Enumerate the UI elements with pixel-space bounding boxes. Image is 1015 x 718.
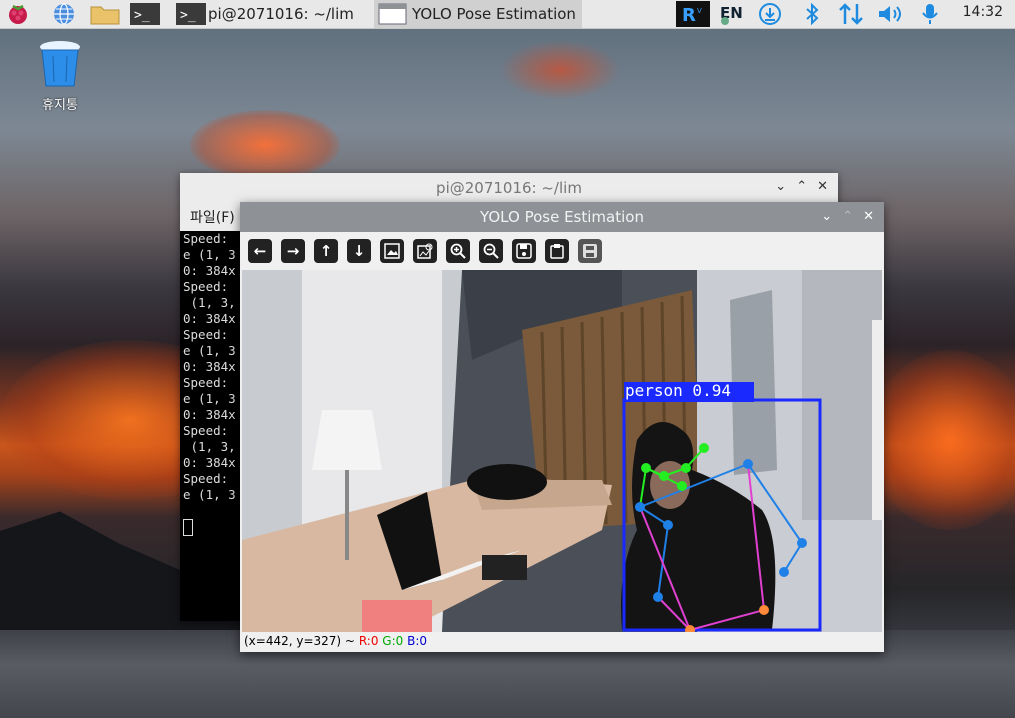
terminal-line: Speed: bbox=[183, 279, 229, 294]
image-toolbar: ← → ↑ ↓ bbox=[240, 232, 884, 270]
terminal-line: (1, 3, bbox=[183, 439, 236, 454]
raspberry-menu-icon[interactable] bbox=[6, 2, 30, 26]
task-yolo-label: YOLO Pose Estimation bbox=[412, 5, 576, 23]
trash-icon bbox=[40, 41, 80, 87]
pose-scene bbox=[242, 270, 882, 632]
minimize-icon[interactable]: ⌄ bbox=[821, 209, 832, 224]
pixel-blue: B:0 bbox=[407, 634, 428, 648]
volume-icon[interactable] bbox=[876, 2, 906, 26]
maximize-icon[interactable]: ⌃ bbox=[796, 179, 807, 194]
terminal-line: Speed: bbox=[183, 231, 229, 246]
terminal-line: Speed: bbox=[183, 423, 229, 438]
sky-glow bbox=[500, 40, 620, 100]
pan-up-icon[interactable]: ↑ bbox=[314, 239, 338, 263]
realvnc-icon[interactable]: RV bbox=[676, 1, 710, 27]
taskbar: >_ >_ pi@2071016: ~/lim YOLO Pose Estima… bbox=[0, 0, 1015, 29]
task-terminal[interactable]: >_ pi@2071016: ~/lim bbox=[176, 0, 354, 28]
terminal-line: 0: 384x bbox=[183, 359, 236, 374]
cursor-coords: (x=442, y=327) ~ bbox=[244, 634, 355, 648]
terminal-line: e (1, 3 bbox=[183, 487, 236, 502]
terminal-launcher-icon[interactable]: >_ bbox=[130, 2, 160, 26]
maximize-icon[interactable]: ⌃ bbox=[842, 209, 853, 224]
terminal-line: 0: 384x bbox=[183, 407, 236, 422]
detection-label: person 0.94 bbox=[625, 381, 731, 400]
svg-text:>_: >_ bbox=[180, 8, 196, 23]
bluetooth-icon[interactable] bbox=[800, 2, 824, 26]
keyboard-layout-icon[interactable]: EN bbox=[718, 2, 750, 26]
web-browser-icon[interactable] bbox=[52, 2, 76, 26]
terminal-titlebar[interactable]: pi@2071016: ~/lim ⌄ ⌃ ✕ bbox=[180, 173, 838, 203]
task-terminal-label: pi@2071016: ~/lim bbox=[208, 5, 354, 23]
terminal-line: Speed: bbox=[183, 471, 229, 486]
terminal-line: Speed: bbox=[183, 327, 229, 342]
terminal-line: 0: 384x bbox=[183, 263, 236, 278]
file-manager-icon[interactable] bbox=[90, 2, 120, 26]
terminal-output[interactable]: Speed: e (1, 3 0: 384x Speed: (1, 3, 0: 384x… bbox=[180, 231, 245, 621]
yolo-window: YOLO Pose Estimation ⌄ ⌃ ✕ ← → ↑ ↓ perso… bbox=[240, 202, 884, 652]
trash-label: 휴지통 bbox=[42, 98, 78, 113]
zoom-fit-icon[interactable] bbox=[380, 239, 404, 263]
clock[interactable]: 14:32 bbox=[963, 4, 1003, 20]
camera-frame[interactable]: person 0.94 bbox=[242, 270, 882, 632]
terminal-line: e (1, 3 bbox=[183, 391, 236, 406]
close-icon[interactable]: ✕ bbox=[863, 209, 874, 224]
terminal-title: pi@2071016: ~/lim bbox=[436, 179, 582, 197]
pixel-green: G:0 bbox=[382, 634, 404, 648]
task-yolo[interactable]: YOLO Pose Estimation bbox=[374, 0, 582, 28]
properties-icon[interactable] bbox=[578, 239, 602, 263]
pan-right-icon[interactable]: → bbox=[281, 239, 305, 263]
sky-glow bbox=[190, 110, 340, 180]
minimize-icon[interactable]: ⌄ bbox=[775, 179, 786, 194]
close-icon[interactable]: ✕ bbox=[817, 179, 828, 194]
pixel-red: R:0 bbox=[358, 634, 379, 648]
network-icon[interactable] bbox=[838, 2, 863, 26]
yolo-title: YOLO Pose Estimation bbox=[480, 208, 644, 226]
terminal-icon: >_ bbox=[176, 3, 206, 25]
terminal-line: 0: 384x bbox=[183, 311, 236, 326]
pan-down-icon[interactable]: ↓ bbox=[347, 239, 371, 263]
window-icon bbox=[378, 3, 407, 25]
svg-text:>_: >_ bbox=[134, 8, 150, 23]
pan-left-icon[interactable]: ← bbox=[248, 239, 272, 263]
svg-text:R: R bbox=[682, 5, 696, 26]
terminal-line: (1, 3, bbox=[183, 295, 236, 310]
sky-glow bbox=[870, 350, 1015, 530]
save-icon[interactable] bbox=[512, 239, 536, 263]
terminal-line: Speed: bbox=[183, 375, 229, 390]
menu-file[interactable]: 파일(F) bbox=[190, 207, 235, 227]
updates-icon[interactable] bbox=[758, 2, 782, 26]
yolo-titlebar[interactable]: YOLO Pose Estimation ⌄ ⌃ ✕ bbox=[240, 202, 884, 232]
desktop-trash[interactable]: 휴지통 bbox=[30, 38, 90, 113]
terminal-line: 0: 384x bbox=[183, 455, 236, 470]
copy-clipboard-icon[interactable] bbox=[545, 239, 569, 263]
svg-text:V: V bbox=[697, 7, 702, 15]
status-bar: (x=442, y=327) ~ R:0 G:0 B:0 bbox=[244, 634, 427, 648]
terminal-line: e (1, 3 bbox=[183, 247, 236, 262]
microphone-icon[interactable] bbox=[918, 2, 942, 26]
terminal-cursor bbox=[183, 519, 193, 536]
zoom-original-icon[interactable] bbox=[413, 239, 437, 263]
terminal-line: e (1, 3 bbox=[183, 343, 236, 358]
zoom-in-icon[interactable] bbox=[446, 239, 470, 263]
zoom-out-icon[interactable] bbox=[479, 239, 503, 263]
